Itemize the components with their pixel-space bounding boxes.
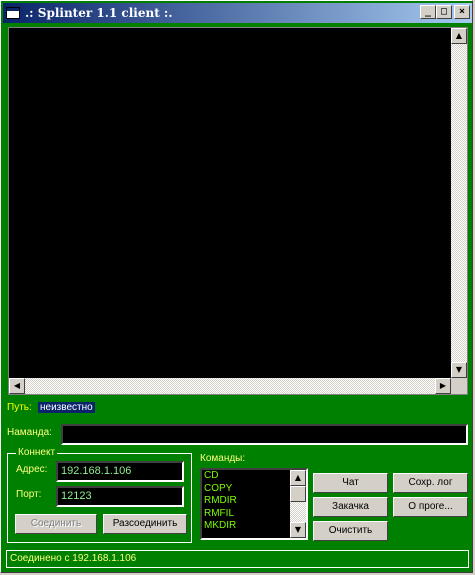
maximize-button[interactable]: □ — [436, 5, 452, 19]
app-window-icon[interactable] — [6, 7, 20, 19]
scroll-down-icon[interactable]: ▼ — [451, 362, 467, 378]
commands-scrollbar[interactable]: ▲ ▼ — [290, 470, 306, 538]
command-input[interactable] — [61, 424, 468, 445]
close-button[interactable]: × — [454, 5, 470, 19]
console-output[interactable]: ▲ ▼ ◀ ▶ — [8, 27, 468, 395]
title-bar-buttons: _ □ × — [420, 5, 470, 19]
scroll-left-icon[interactable]: ◀ — [9, 378, 25, 394]
save-log-button[interactable]: Сохр. лог — [393, 473, 468, 493]
main-window: .: Splinter 1.1 client :. _ □ × ▲ ▼ ◀ ▶ … — [0, 0, 473, 573]
scroll-thumb[interactable] — [290, 486, 306, 502]
path-value: неизвестно — [38, 402, 95, 413]
scroll-up-icon[interactable]: ▲ — [451, 28, 467, 44]
scroll-down-icon[interactable]: ▼ — [290, 522, 306, 538]
window-title: .: Splinter 1.1 client :. — [25, 6, 173, 20]
disconnect-button[interactable]: Разсоединить — [103, 514, 187, 534]
status-bar: Соединено с 192.168.1.106 — [6, 550, 469, 568]
path-label: Путь: — [7, 402, 32, 413]
scroll-up-icon[interactable]: ▲ — [290, 470, 306, 486]
chat-button[interactable]: Чат — [313, 473, 388, 493]
scrollbar-corner — [451, 378, 467, 394]
commands-list[interactable]: CD COPY RMDIR RMFIL MKDIR ▲ ▼ — [200, 468, 308, 540]
address-label: Адрес: — [16, 464, 48, 475]
commands-label: Команды: — [200, 453, 246, 464]
port-input[interactable]: 12123 — [56, 486, 184, 507]
clear-button[interactable]: Очистить — [313, 521, 388, 541]
title-bar[interactable]: .: Splinter 1.1 client :. _ □ × — [3, 3, 472, 23]
console-vertical-scrollbar[interactable]: ▲ ▼ — [451, 28, 467, 378]
connect-group-title: Коннект — [16, 447, 58, 458]
connect-button[interactable]: Соединить — [15, 514, 97, 534]
console-horizontal-scrollbar[interactable]: ◀ ▶ — [9, 378, 451, 394]
address-input[interactable]: 192.168.1.106 — [56, 461, 184, 482]
scroll-right-icon[interactable]: ▶ — [435, 378, 451, 394]
command-label: Наманда: — [7, 427, 52, 438]
about-button[interactable]: О проге... — [393, 497, 468, 517]
minimize-button[interactable]: _ — [420, 5, 436, 19]
port-label: Порт: — [16, 489, 42, 500]
upload-button[interactable]: Закачка — [313, 497, 388, 517]
